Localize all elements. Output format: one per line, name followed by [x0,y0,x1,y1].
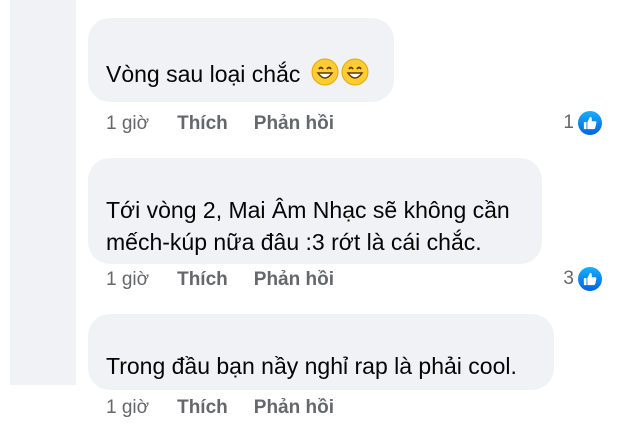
comment-actions: 1 giờ Thích Phản hồi [106,396,360,420]
comment-actions: 1 giờ Thích Phản hồi [106,112,360,136]
comment-text-line-2: mếch-kúp nữa đâu :3 rớt là cái chắc. [106,229,482,255]
comment-bubble: Trong đầu bạn nầy nghỉ rap là phải cool. [88,314,554,390]
like-icon [578,267,602,291]
comment-timestamp[interactable]: 1 giờ [106,269,149,291]
reply-link[interactable]: Phản hồi [254,113,334,135]
reply-link[interactable]: Phản hồi [254,269,334,291]
comment-text: Vòng sau loại chắc [106,58,394,94]
comment-text-line-1: Tới vòng 2, Mai Âm Nhạc sẽ không cần [106,197,510,223]
grinning-face-emoji-icon [311,58,339,94]
comment-bubble: Tới vòng 2, Mai Âm Nhạc sẽ không cần mếc… [88,158,542,264]
reaction-count: 1 [563,112,574,133]
thread-connector [10,0,76,385]
reaction-summary[interactable]: 3 [563,266,602,292]
comment-actions: 1 giờ Thích Phản hồi [106,268,360,292]
comment-timestamp[interactable]: 1 giờ [106,397,149,419]
comment-text: Trong đầu bạn nầy nghỉ rap là phải cool. [106,353,517,379]
reaction-summary[interactable]: 1 [563,110,602,136]
like-link[interactable]: Thích [177,113,228,135]
like-icon [578,111,602,135]
reply-link[interactable]: Phản hồi [254,397,334,419]
reaction-count: 3 [563,268,574,289]
like-link[interactable]: Thích [177,397,228,419]
comment-bubble: Vòng sau loại chắc [88,18,394,102]
grinning-face-emoji-icon [341,58,369,94]
comment-timestamp[interactable]: 1 giờ [106,113,149,135]
like-link[interactable]: Thích [177,269,228,291]
